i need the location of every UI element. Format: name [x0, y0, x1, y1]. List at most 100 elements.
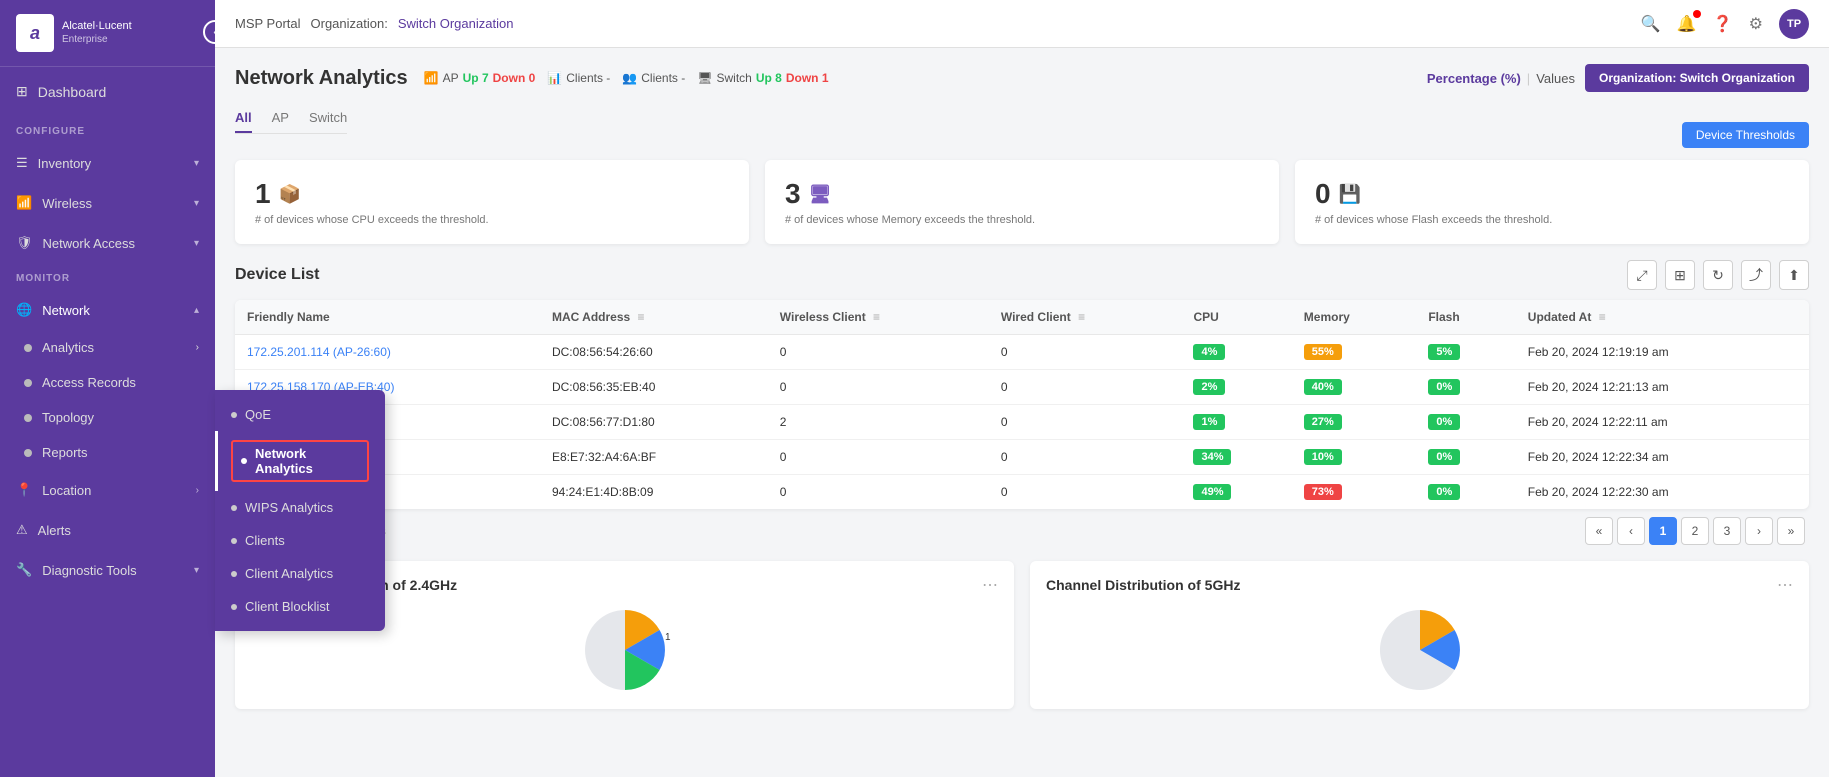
device-thresholds-button[interactable]: Device Thresholds — [1682, 122, 1809, 148]
cell-cpu: 1% — [1181, 405, 1291, 440]
tabs-row: All AP Switch Device Thresholds — [235, 104, 1809, 148]
sidebar-subitem-reports[interactable]: Reports — [0, 435, 215, 470]
device-link[interactable]: 172.25.201.114 (AP-26:60) — [247, 345, 391, 359]
sidebar-item-network-access[interactable]: 🛡 Network Access ▾ — [0, 223, 215, 263]
updated-filter-icon[interactable]: ≡ — [1599, 310, 1606, 324]
page-prev-btn[interactable]: ‹ — [1617, 517, 1645, 545]
cell-flash: 0% — [1416, 370, 1515, 405]
cell-name: 172.25.201.114 (AP-26:60) — [235, 335, 540, 370]
device-list-actions: ⤢ ⊞ ↻ ⤴ ⬆ — [1627, 260, 1809, 290]
pct-label[interactable]: Percentage (%) — [1427, 71, 1521, 86]
cell-cpu: 4% — [1181, 335, 1291, 370]
page-next-btn[interactable]: › — [1745, 517, 1773, 545]
cell-cpu: 2% — [1181, 370, 1291, 405]
clients-icon1: 📊 — [547, 71, 562, 85]
cell-memory: 27% — [1292, 405, 1417, 440]
refresh-icon-btn[interactable]: ↻ — [1703, 260, 1733, 290]
wips-label: WIPS Analytics — [245, 500, 333, 515]
svg-text:1: 1 — [665, 632, 671, 643]
topbar-icons: 🔍 🔔 ❓ ⚙ TP — [1641, 9, 1809, 39]
expand-icon-btn[interactable]: ⤢ — [1627, 260, 1657, 290]
tab-ap[interactable]: AP — [272, 104, 289, 133]
submenu-item-network-analytics[interactable]: Network Analytics — [215, 431, 385, 491]
cell-flash: 5% — [1416, 335, 1515, 370]
chevron-right-icon: › — [196, 342, 199, 353]
sidebar-subitem-access-records[interactable]: Access Records — [0, 365, 215, 400]
wireless-filter-icon[interactable]: ≡ — [873, 310, 880, 324]
topology-label: Topology — [42, 410, 94, 425]
cpu-badge: 34% — [1193, 449, 1231, 465]
bell-icon[interactable]: 🔔 — [1677, 16, 1697, 33]
submenu-item-wips[interactable]: WIPS Analytics — [215, 491, 385, 524]
network-label: Network — [42, 303, 90, 318]
dot-icon — [231, 571, 237, 577]
cell-updated: Feb 20, 2024 12:21:13 am — [1516, 370, 1809, 405]
network-icon: 🌐 — [16, 302, 32, 318]
cell-memory: 73% — [1292, 475, 1417, 510]
cell-wireless: 0 — [768, 370, 989, 405]
sidebar-item-diagnostic-tools[interactable]: 🔧 Diagnostic Tools ▾ — [0, 550, 215, 590]
device-list-title: Device List — [235, 266, 319, 284]
page-last-btn[interactable]: » — [1777, 517, 1805, 545]
sidebar-subitem-topology[interactable]: Topology — [0, 400, 215, 435]
memory-icon: 🖥 — [809, 184, 832, 205]
submenu-item-client-blocklist[interactable]: Client Blocklist — [215, 590, 385, 623]
chart-5ghz-header: Channel Distribution of 5GHz ⋯ — [1046, 575, 1793, 595]
org-button[interactable]: Organization: Switch Organization — [1585, 64, 1809, 92]
mac-filter-icon[interactable]: ≡ — [638, 310, 645, 324]
wireless-icon: 📶 — [16, 195, 32, 211]
values-label[interactable]: Values — [1536, 71, 1575, 86]
submenu-item-clients[interactable]: Clients — [215, 524, 385, 557]
network-access-icon: 🛡 — [16, 235, 33, 251]
cell-wired: 0 — [989, 440, 1182, 475]
memory-desc: # of devices whose Memory exceeds the th… — [785, 214, 1259, 226]
memory-badge: 73% — [1304, 484, 1342, 500]
page-title-row: Network Analytics 📶 AP Up 7 Down 0 📊 Cli… — [235, 67, 829, 90]
table-icon-btn[interactable]: ⊞ — [1665, 260, 1695, 290]
chart-5ghz-menu[interactable]: ⋯ — [1777, 575, 1793, 595]
updated-col-label: Updated At — [1528, 310, 1592, 324]
inventory-icon: ☰ — [16, 155, 28, 171]
chart-5ghz: Channel Distribution of 5GHz ⋯ — [1030, 561, 1809, 709]
export-icon-btn[interactable]: ⤴ — [1741, 260, 1771, 290]
sidebar-item-location[interactable]: 📍 Location › — [0, 470, 215, 510]
cell-mac: DC:08:56:54:26:60 — [540, 335, 768, 370]
flash-count: 0 💾 — [1315, 178, 1789, 210]
switch-org-link[interactable]: Switch Organization — [398, 16, 514, 31]
table-row: 172.25.158.170 (AP-EB:40) DC:08:56:35:EB… — [235, 370, 1809, 405]
sidebar-item-network[interactable]: 🌐 Network ▴ — [0, 290, 215, 330]
upload-icon-btn[interactable]: ⬆ — [1779, 260, 1809, 290]
sidebar-item-wireless[interactable]: 📶 Wireless ▾ — [0, 183, 215, 223]
settings-icon[interactable]: ⚙ — [1749, 14, 1763, 34]
page-3-btn[interactable]: 3 — [1713, 517, 1741, 545]
sidebar-item-dashboard[interactable]: ⊞ Dashboard — [0, 67, 215, 116]
page-2-btn[interactable]: 2 — [1681, 517, 1709, 545]
notification-wrapper: 🔔 — [1677, 14, 1697, 34]
tab-switch[interactable]: Switch — [309, 104, 347, 133]
cell-cpu: 34% — [1181, 440, 1291, 475]
page-header: Network Analytics 📶 AP Up 7 Down 0 📊 Cli… — [235, 64, 1809, 92]
memory-badge: 55% — [1304, 344, 1342, 360]
submenu-item-client-analytics[interactable]: Client Analytics — [215, 557, 385, 590]
clients1-label: Clients - — [566, 71, 610, 85]
chevron-down-icon: ▾ — [194, 565, 199, 576]
page-1-btn[interactable]: 1 — [1649, 517, 1677, 545]
page-title: Network Analytics — [235, 67, 408, 90]
sidebar-item-inventory[interactable]: ☰ Inventory ▾ — [0, 143, 215, 183]
sidebar-subitem-analytics[interactable]: Analytics › — [0, 330, 215, 365]
cell-wireless: 0 — [768, 475, 989, 510]
help-icon[interactable]: ❓ — [1713, 14, 1733, 34]
tab-all[interactable]: All — [235, 104, 252, 133]
wired-filter-icon[interactable]: ≡ — [1078, 310, 1085, 324]
sidebar-item-alerts[interactable]: ⚠ Alerts — [0, 510, 215, 550]
chevron-up-icon: ▴ — [194, 305, 199, 316]
col-flash: Flash — [1416, 300, 1515, 335]
search-icon[interactable]: 🔍 — [1641, 14, 1661, 34]
reports-label: Reports — [42, 445, 88, 460]
user-avatar[interactable]: TP — [1779, 9, 1809, 39]
memory-badge: 40% — [1304, 379, 1342, 395]
cpu-badge: 1% — [1193, 414, 1225, 430]
submenu-item-qoe[interactable]: QoE — [215, 398, 385, 431]
chart-2ghz-menu[interactable]: ⋯ — [982, 575, 998, 595]
page-first-btn[interactable]: « — [1585, 517, 1613, 545]
